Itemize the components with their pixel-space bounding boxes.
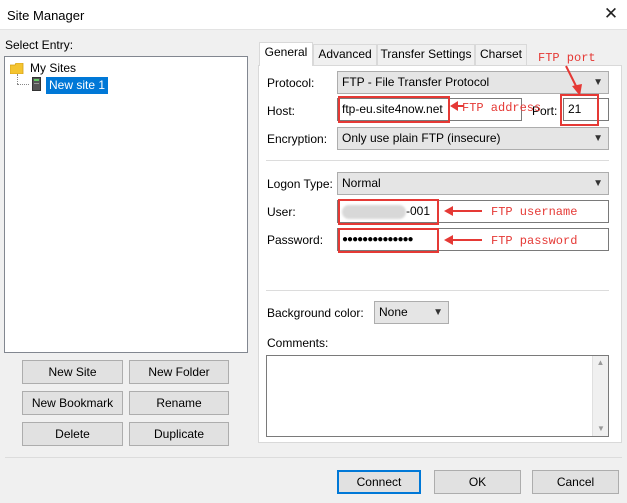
connect-label: Connect (356, 475, 402, 489)
annotation-ftp-username: FTP username (491, 205, 578, 219)
annotation-ftp-port: FTP port (538, 51, 596, 65)
arrowhead-host (450, 101, 458, 111)
annotation-ftp-address: FTP address (462, 101, 542, 115)
arrowhead-password (444, 235, 453, 245)
connect-button[interactable]: Connect (337, 470, 421, 494)
cancel-label: Cancel (556, 475, 595, 489)
footer-separator (5, 457, 622, 458)
annotation-arrows (444, 65, 582, 245)
ok-label: OK (468, 475, 487, 489)
cancel-button[interactable]: Cancel (532, 470, 619, 494)
arrowhead-port (572, 84, 582, 96)
ok-button[interactable]: OK (434, 470, 521, 494)
annotation-ftp-password: FTP password (491, 234, 578, 248)
arrowhead-user (444, 206, 453, 216)
